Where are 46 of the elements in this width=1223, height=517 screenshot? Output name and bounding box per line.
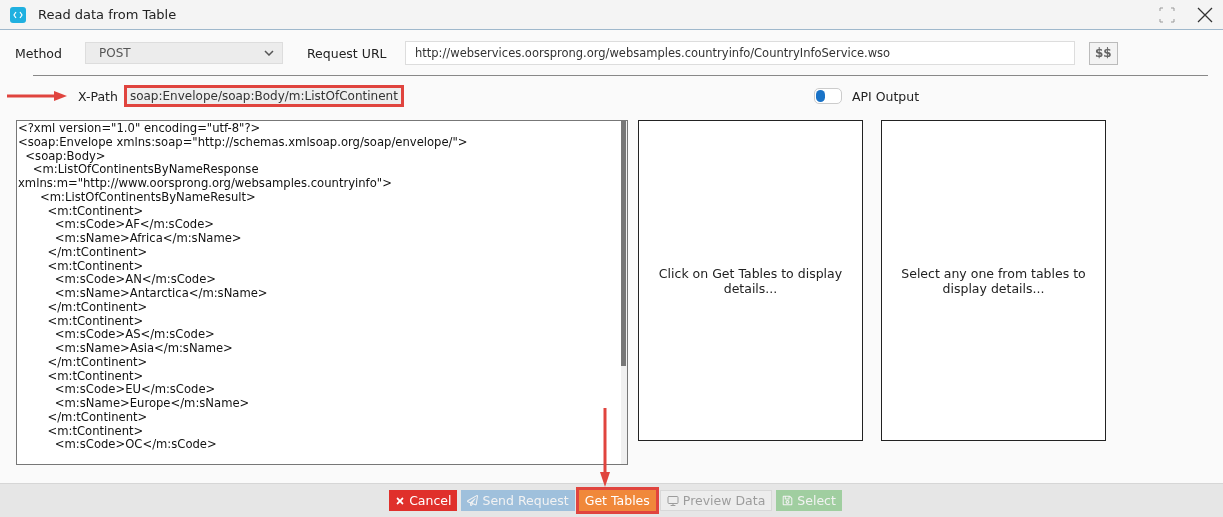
code-line: </m:tContinent> (46, 300, 149, 315)
code-line: </m:tContinent> (46, 355, 149, 370)
code-line: <m:tContinent> (46, 314, 145, 329)
code-line: <soap:Body> (25, 149, 106, 164)
code-line: <m:tContinent> (46, 424, 145, 439)
code-line: <m:tContinent> (46, 369, 145, 384)
code-line: <m:ListOfContinentsByNameResponse (32, 163, 260, 177)
close-icon[interactable] (1197, 6, 1213, 23)
chevron-down-icon (264, 50, 274, 56)
monitor-icon (666, 494, 679, 507)
code-line: <m:sCode>AN</m:sCode> (53, 273, 218, 287)
tables-button[interactable]: Get Tables (578, 490, 656, 511)
code-line: <m:sCode>EU</m:sCode> (53, 383, 217, 397)
code-line: <m:sName>Africa</m:sName> (53, 232, 243, 246)
code-line: <m:sCode>OC</m:sCode> (53, 438, 218, 452)
field-label: Method (15, 45, 63, 61)
code-line: <m:sName>Europe</m:sName> (53, 397, 251, 411)
code-line: </m:tContinent> (46, 245, 149, 260)
code-line: <m:tContinent> (46, 259, 145, 274)
code-line: <m:ListOfContinentsByNameResult> (40, 190, 256, 205)
app-icon (10, 6, 26, 23)
toggle-switch[interactable] (813, 88, 842, 104)
scrollbar-thumb[interactable] (621, 121, 626, 366)
details-panel: Click on Get Tables to display details... (638, 120, 863, 441)
variables-button[interactable]: $$ (1089, 41, 1118, 65)
code-line: <m:tContinent> (47, 204, 144, 219)
code-line: </m:tContinent> (46, 410, 148, 425)
response-text-area[interactable] (16, 120, 628, 465)
code-line: <m:sName>Asia</m:sName> (53, 342, 234, 356)
close-icon (395, 495, 406, 506)
code-line: <m:sName>Antarctica</m:sName> (53, 287, 269, 301)
code-line: xmlns:m="http://www.oorsprong.org/websamples.countryinfo"> (18, 177, 393, 191)
method-dropdown[interactable]: POST (85, 42, 283, 64)
field-label: Request URL (307, 45, 388, 61)
toggle-label: API Output (851, 88, 920, 104)
field-label: X-Path (78, 88, 118, 104)
cancel-button[interactable]: Cancel (389, 490, 458, 511)
code-line: <m:sCode>AS</m:sCode> (53, 328, 216, 342)
code-line: <m:sCode>AF</m:sCode> (53, 218, 216, 232)
xpath-field[interactable]: soap:Envelope/soap:Body/m:ListOfContinent (123, 85, 404, 107)
code-line: <?xml version="1.0" encoding="utf-8"?> (18, 122, 262, 136)
paper-plane-icon (467, 495, 479, 506)
code-line: <soap:Envelope xmlns:soap="http://schemas.xmlsoap.org/soap/envelope/"> (18, 135, 469, 150)
window-title: Read data from Table (38, 7, 178, 22)
url-field[interactable]: http://webservices.oorsprong.org/websamples.countryinfo/CountryInfoService.wso (405, 41, 1075, 65)
details-panel: Select any one from tables to display details... (881, 120, 1106, 441)
